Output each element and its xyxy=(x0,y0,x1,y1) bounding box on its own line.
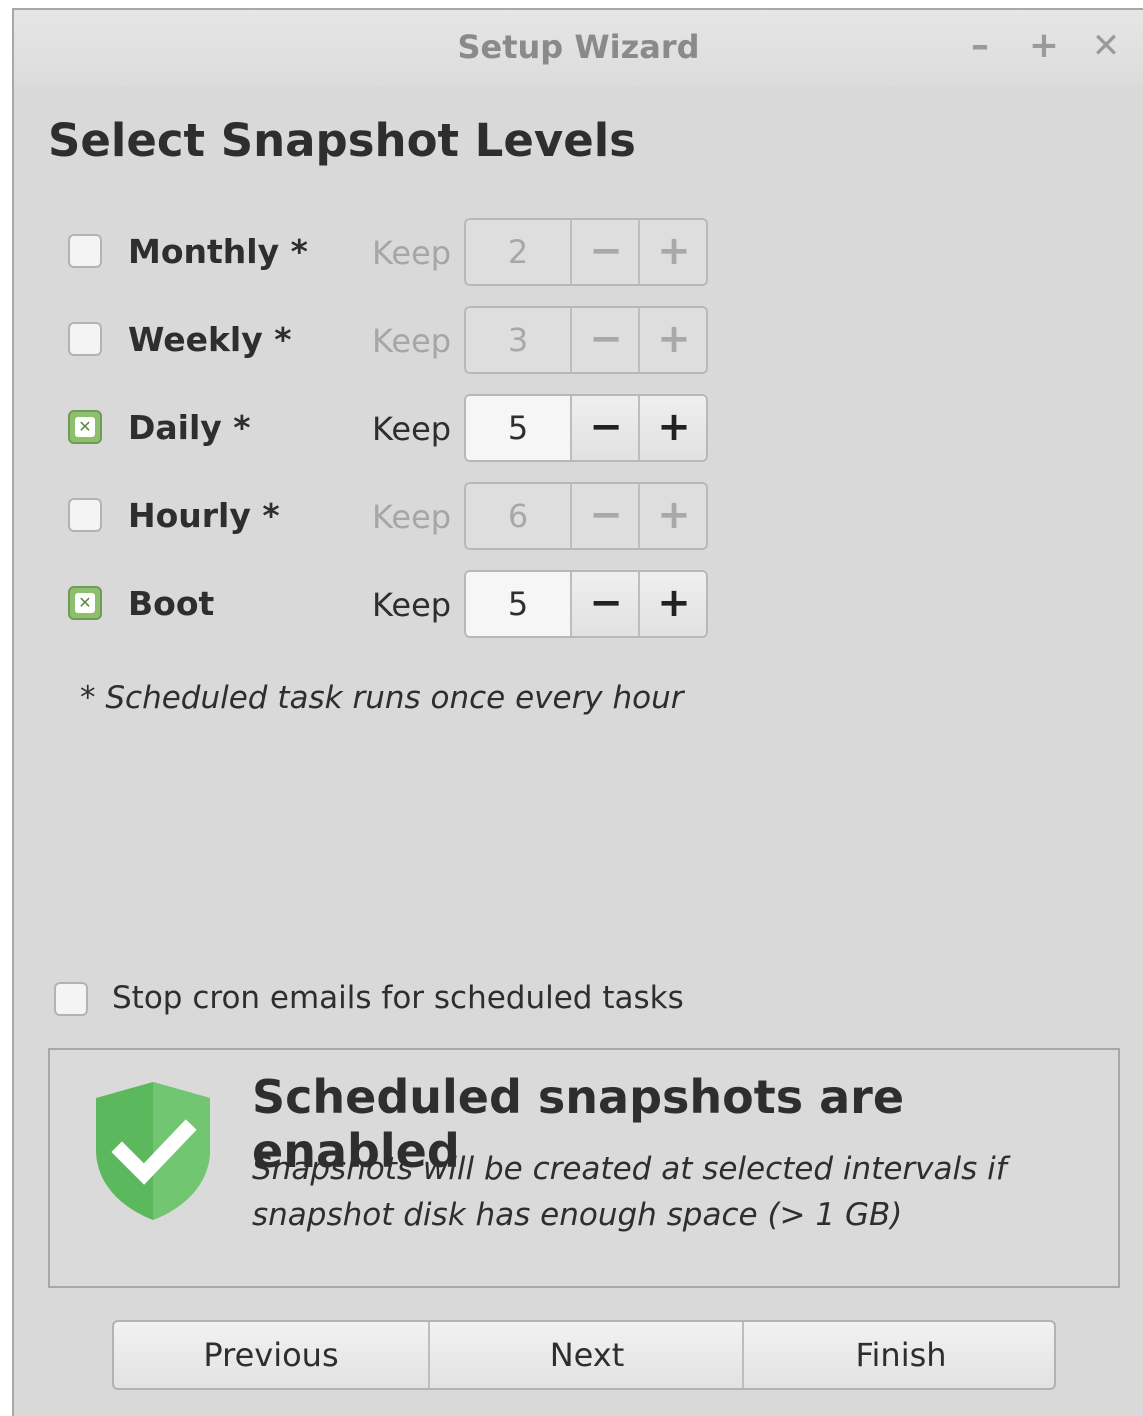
stop-cron-emails-label[interactable]: Stop cron emails for scheduled tasks xyxy=(112,980,684,1016)
monthly-checkbox[interactable] xyxy=(68,234,102,268)
shield-check-icon xyxy=(96,1082,210,1220)
decrement-button[interactable]: − xyxy=(570,484,640,548)
increment-button[interactable]: + xyxy=(638,484,706,548)
decrement-button[interactable]: − xyxy=(570,572,640,636)
daily-keep-value[interactable]: 5 xyxy=(466,396,570,460)
level-row-weekly: Weekly * Keep 3 − + xyxy=(14,306,774,376)
increment-button[interactable]: + xyxy=(638,396,706,460)
level-row-monthly: Monthly * Keep 2 − + xyxy=(14,218,774,288)
decrement-button[interactable]: − xyxy=(570,396,640,460)
close-icon[interactable]: ✕ xyxy=(1084,24,1128,68)
weekly-label: Weekly * xyxy=(128,320,292,359)
hourly-keep-stepper: 6 − + xyxy=(464,482,708,550)
boot-keep-value[interactable]: 5 xyxy=(466,572,570,636)
boot-keep-label: Keep xyxy=(372,586,452,624)
hourly-checkbox[interactable] xyxy=(68,498,102,532)
hourly-keep-label: Keep xyxy=(372,498,452,536)
schedule-note: * Scheduled task runs once every hour xyxy=(80,680,684,716)
monthly-keep-label: Keep xyxy=(372,234,452,272)
minimize-icon[interactable]: – xyxy=(958,24,1002,68)
level-row-boot: ✕ Boot Keep 5 − + xyxy=(14,570,774,640)
decrement-button[interactable]: − xyxy=(570,220,640,284)
stop-cron-emails-checkbox[interactable] xyxy=(54,982,88,1016)
finish-button[interactable]: Finish xyxy=(742,1322,1054,1388)
monthly-label: Monthly * xyxy=(128,232,308,271)
daily-checkbox[interactable]: ✕ xyxy=(68,410,102,444)
status-panel: Scheduled snapshots are enabled Snapshot… xyxy=(48,1048,1120,1288)
boot-keep-stepper: 5 − + xyxy=(464,570,708,638)
monthly-keep-stepper: 2 − + xyxy=(464,218,708,286)
title-bar[interactable]: Setup Wizard – + ✕ xyxy=(14,10,1143,86)
previous-button[interactable]: Previous xyxy=(114,1322,428,1388)
daily-keep-label: Keep xyxy=(372,410,452,448)
level-row-hourly: Hourly * Keep 6 − + xyxy=(14,482,774,552)
level-row-daily: ✕ Daily * Keep 5 − + xyxy=(14,394,774,464)
increment-button[interactable]: + xyxy=(638,308,706,372)
daily-label: Daily * xyxy=(128,408,251,447)
cron-emails-option[interactable]: Stop cron emails for scheduled tasks xyxy=(50,978,750,1022)
maximize-icon[interactable]: + xyxy=(1022,24,1066,68)
setup-wizard-window: Setup Wizard – + ✕ Select Snapshot Level… xyxy=(12,8,1143,1416)
page-title: Select Snapshot Levels xyxy=(48,114,636,167)
status-description: Snapshots will be created at selected in… xyxy=(252,1151,1007,1233)
weekly-keep-label: Keep xyxy=(372,322,452,360)
increment-button[interactable]: + xyxy=(638,220,706,284)
hourly-keep-value[interactable]: 6 xyxy=(466,484,570,548)
boot-checkbox[interactable]: ✕ xyxy=(68,586,102,620)
boot-label: Boot xyxy=(128,584,215,623)
daily-keep-stepper: 5 − + xyxy=(464,394,708,462)
wizard-navigation: Previous Next Finish xyxy=(112,1320,1056,1390)
weekly-keep-value[interactable]: 3 xyxy=(466,308,570,372)
weekly-checkbox[interactable] xyxy=(68,322,102,356)
check-mark-icon: ✕ xyxy=(75,593,95,613)
weekly-keep-stepper: 3 − + xyxy=(464,306,708,374)
hourly-label: Hourly * xyxy=(128,496,280,535)
increment-button[interactable]: + xyxy=(638,572,706,636)
decrement-button[interactable]: − xyxy=(570,308,640,372)
next-button[interactable]: Next xyxy=(428,1322,744,1388)
monthly-keep-value[interactable]: 2 xyxy=(466,220,570,284)
check-mark-icon: ✕ xyxy=(75,417,95,437)
